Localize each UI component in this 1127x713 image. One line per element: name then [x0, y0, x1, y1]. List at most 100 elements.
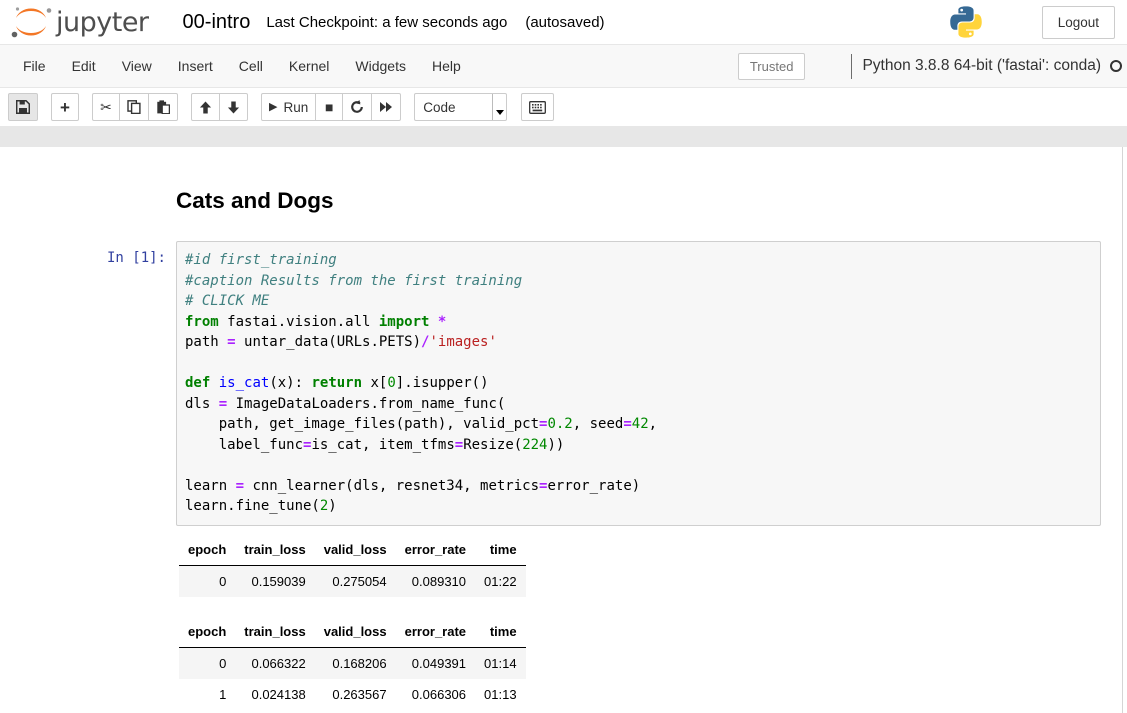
menu-item-view[interactable]: View	[109, 47, 165, 85]
code-line: label_func=is_cat, item_tfms=Resize(224)…	[185, 435, 1092, 456]
markdown-cell[interactable]: Cats and Dogs	[0, 147, 1127, 241]
jupyter-logo[interactable]: jupyter	[8, 5, 149, 39]
code-line: # CLICK ME	[185, 291, 1092, 312]
page-background-band	[0, 127, 1127, 147]
paste-cells-button[interactable]	[148, 93, 178, 121]
cell-type-dropdown[interactable]: Code	[414, 93, 507, 121]
column-header: train_loss	[235, 619, 314, 648]
code-editor[interactable]: #id first_training#caption Results from …	[176, 241, 1101, 526]
trusted-badge[interactable]: Trusted	[738, 53, 806, 80]
paste-icon	[156, 100, 170, 114]
column-header: valid_loss	[315, 619, 396, 648]
code-line	[185, 455, 1092, 476]
input-prompt: In [1]:	[0, 241, 176, 526]
table-cell: 01:13	[475, 679, 526, 710]
stop-icon: ■	[325, 100, 333, 114]
table-cell: 0.066322	[235, 647, 314, 679]
move-cell-down-button[interactable]	[219, 93, 248, 121]
table-cell: 0	[179, 647, 235, 679]
kernel-idle-circle-icon	[1110, 60, 1122, 72]
code-line	[185, 353, 1092, 374]
code-line: path = untar_data(URLs.PETS)/'images'	[185, 332, 1092, 353]
menu-item-insert[interactable]: Insert	[165, 47, 226, 85]
logout-button[interactable]: Logout	[1042, 6, 1115, 39]
code-line: path, get_image_files(path), valid_pct=0…	[185, 414, 1092, 435]
markdown-prompt-gutter	[0, 147, 176, 241]
restart-icon	[350, 100, 364, 114]
dropdown-arrow-icon	[492, 94, 506, 120]
arrow-up-icon	[199, 101, 212, 114]
kernel-name: Python 3.8.8 64-bit ('fastai': conda)	[862, 57, 1101, 75]
code-line: learn.fine_tune(2)	[185, 496, 1092, 517]
run-button-label: Run	[283, 100, 308, 115]
code-line: def is_cat(x): return x[0].isupper()	[185, 373, 1092, 394]
code-line: dls = ImageDataLoaders.from_name_func(	[185, 394, 1092, 415]
table-cell: 0.263567	[315, 679, 396, 710]
floppy-icon	[16, 100, 30, 114]
menu-item-edit[interactable]: Edit	[59, 47, 109, 85]
notebook-header: jupyter 00-intro Last Checkpoint: a few …	[0, 0, 1127, 45]
toolbar: + ✂ ▶ Run ■ Code	[0, 88, 1127, 127]
cut-cells-button[interactable]: ✂	[92, 93, 120, 121]
column-header: error_rate	[396, 619, 475, 648]
restart-run-all-button[interactable]	[371, 93, 401, 121]
table-cell: 0.024138	[235, 679, 314, 710]
table-cell: 0.168206	[315, 647, 396, 679]
training-results-table: epochtrain_lossvalid_losserror_ratetime0…	[179, 619, 526, 710]
menu-item-cell[interactable]: Cell	[226, 47, 276, 85]
menu-item-widgets[interactable]: Widgets	[342, 47, 419, 85]
table-cell: 0.275054	[315, 565, 396, 597]
cell-type-value: Code	[415, 94, 492, 120]
column-header: error_rate	[396, 537, 475, 566]
move-cell-up-button[interactable]	[191, 93, 220, 121]
menu-item-help[interactable]: Help	[419, 47, 474, 85]
table-cell: 01:22	[475, 565, 526, 597]
notebook-container: Cats and Dogs In [1]: #id first_training…	[0, 147, 1127, 713]
menu-item-kernel[interactable]: Kernel	[276, 47, 342, 85]
table-cell: 1	[179, 679, 235, 710]
autosave-status: (autosaved)	[525, 14, 604, 31]
code-line: from fastai.vision.all import *	[185, 312, 1092, 333]
jupyter-planet-icon	[8, 5, 54, 39]
insert-cell-below-button[interactable]: +	[51, 93, 79, 121]
restart-kernel-button[interactable]	[342, 93, 372, 121]
table-cell: 0.089310	[396, 565, 475, 597]
table-cell: 01:14	[475, 647, 526, 679]
notebook-right-border	[1122, 147, 1123, 713]
plus-icon: +	[60, 99, 70, 116]
output-area: epochtrain_lossvalid_losserror_ratetime0…	[179, 526, 1127, 710]
keyboard-icon	[529, 101, 546, 114]
python-logo-icon	[948, 4, 984, 40]
kernel-separator	[851, 54, 852, 79]
checkpoint-status: Last Checkpoint: a few seconds ago	[266, 14, 507, 31]
markdown-heading: Cats and Dogs	[176, 187, 334, 214]
code-cell: In [1]: #id first_training#caption Resul…	[0, 241, 1127, 526]
column-header: time	[475, 619, 526, 648]
fast-forward-icon	[379, 101, 393, 113]
training-results-table: epochtrain_lossvalid_losserror_ratetime0…	[179, 537, 526, 597]
table-row: 00.1590390.2750540.08931001:22	[179, 565, 526, 597]
save-button[interactable]	[8, 93, 38, 121]
table-row: 00.0663220.1682060.04939101:14	[179, 647, 526, 679]
table-row: 10.0241380.2635670.06630601:13	[179, 679, 526, 710]
notebook-title[interactable]: 00-intro	[183, 11, 251, 34]
column-header: epoch	[179, 537, 235, 566]
run-button[interactable]: ▶ Run	[261, 93, 316, 121]
jupyter-wordmark: jupyter	[56, 7, 149, 38]
column-header: epoch	[179, 619, 235, 648]
scissors-icon: ✂	[100, 100, 112, 114]
code-line: #id first_training	[185, 250, 1092, 271]
copy-cells-button[interactable]	[119, 93, 149, 121]
copy-icon	[127, 100, 141, 114]
interrupt-kernel-button[interactable]: ■	[315, 93, 343, 121]
menu-item-file[interactable]: File	[10, 47, 59, 85]
table-cell: 0.159039	[235, 565, 314, 597]
column-header: train_loss	[235, 537, 314, 566]
code-line: learn = cnn_learner(dls, resnet34, metri…	[185, 476, 1092, 497]
play-icon: ▶	[269, 102, 277, 113]
column-header: valid_loss	[315, 537, 396, 566]
menu-bar: FileEditViewInsertCellKernelWidgetsHelp …	[0, 45, 1127, 88]
arrow-down-icon	[227, 101, 240, 114]
command-palette-button[interactable]	[521, 93, 554, 121]
table-cell: 0.049391	[396, 647, 475, 679]
